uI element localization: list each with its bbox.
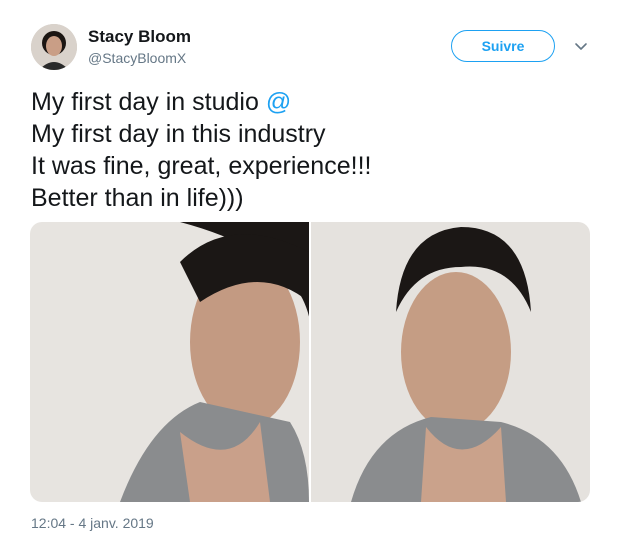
author-name[interactable]: Stacy Bloom: [88, 27, 191, 47]
tweet-line-4: Better than in life))): [31, 184, 244, 212]
timestamp[interactable]: 12:04 - 4 janv. 2019: [31, 515, 154, 531]
tweet-photo-1[interactable]: [30, 222, 309, 502]
tweet-text: My first day in studio @ My first day in…: [31, 86, 601, 214]
chevron-down-icon[interactable]: [573, 38, 589, 54]
tweet-line-1: My first day in studio @: [31, 86, 601, 118]
tweet-line-3: It was fine, great, experience!!!: [31, 152, 372, 180]
follow-button[interactable]: Suivre: [451, 30, 555, 62]
redacted-area: [291, 94, 409, 112]
tweet-photos: [30, 222, 590, 502]
tweet-photo-2[interactable]: [311, 222, 590, 502]
avatar[interactable]: [31, 24, 77, 70]
tweet-line-2: My first day in this industry: [31, 120, 326, 148]
author-handle[interactable]: @StacyBloomX: [88, 50, 186, 66]
tweet-line-1-text: My first day in studio: [31, 88, 266, 116]
mention-link[interactable]: @: [266, 88, 291, 116]
